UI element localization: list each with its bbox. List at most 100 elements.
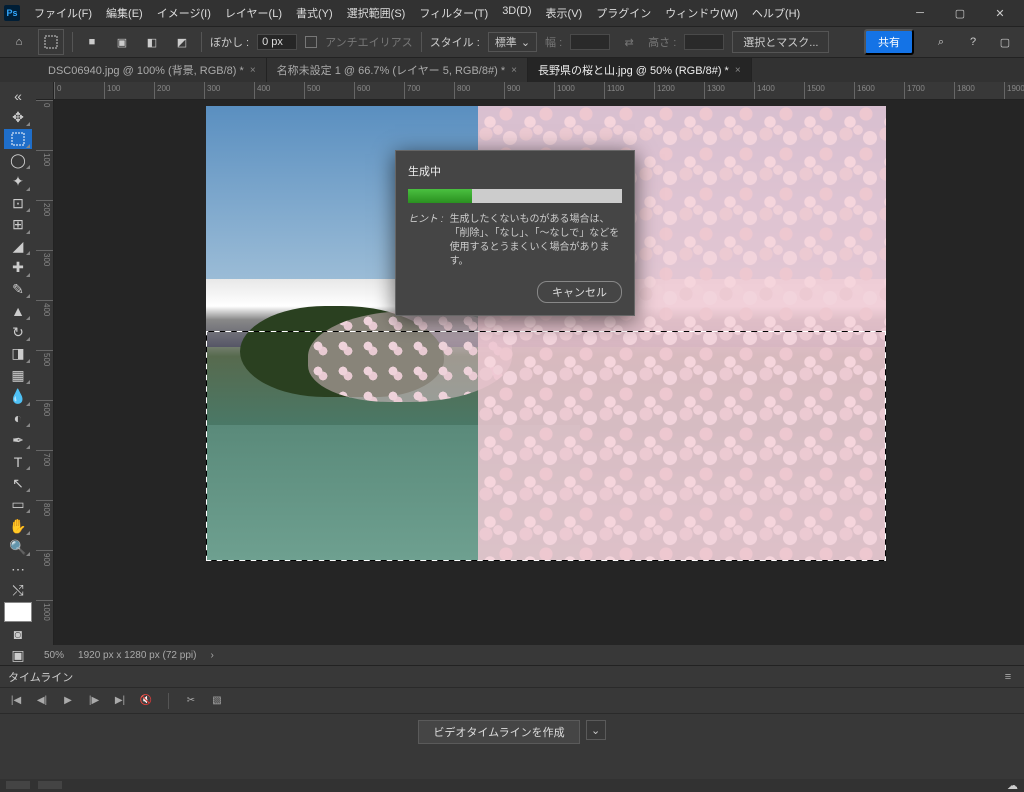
- style-dropdown[interactable]: 標準⌄: [488, 32, 537, 52]
- timeline-title: タイムライン: [8, 669, 73, 685]
- hint-label: ヒント :: [408, 213, 444, 269]
- title-bar: Ps ファイル(F) 編集(E) イメージ(I) レイヤー(L) 書式(Y) 選…: [0, 0, 1024, 26]
- create-timeline-button[interactable]: ビデオタイムラインを作成: [418, 720, 579, 744]
- mute-icon[interactable]: 🔇: [138, 693, 154, 709]
- feather-input[interactable]: [257, 34, 297, 50]
- menu-help[interactable]: ヘルプ(H): [746, 3, 806, 23]
- close-icon[interactable]: ×: [511, 65, 517, 76]
- crop-tool[interactable]: ⊡: [4, 194, 32, 214]
- footer-indicator: [6, 781, 30, 789]
- text-tool[interactable]: T: [4, 452, 32, 472]
- collapse-icon[interactable]: «: [4, 86, 32, 106]
- home-icon[interactable]: ⌂: [8, 31, 30, 53]
- cancel-button[interactable]: キャンセル: [537, 281, 622, 303]
- menu-plugins[interactable]: プラグイン: [590, 3, 657, 23]
- timeline-controls: |◀ ◀| ▶ |▶ ▶| 🔇 ✂ ▧: [0, 688, 1024, 714]
- menu-layer[interactable]: レイヤー(L): [219, 3, 288, 23]
- footer-indicator: [38, 781, 62, 789]
- pen-tool[interactable]: ✒: [4, 430, 32, 450]
- subtract-selection-icon[interactable]: ◧: [141, 31, 163, 53]
- history-brush-tool[interactable]: ↻: [4, 323, 32, 343]
- marquee-tool[interactable]: [4, 129, 32, 149]
- close-button[interactable]: ✕: [980, 0, 1020, 26]
- maximize-button[interactable]: ▢: [940, 0, 980, 26]
- toolbox: « ✥ ◯ ✦ ⊡ ⊞ ◢ ✚ ✎ ▲ ↻ ◨ ▦ 💧 ◐ ✒ T ↖ ▭ ✋ …: [0, 82, 36, 665]
- tab-3[interactable]: 長野県の桜と山.jpg @ 50% (RGB/8#) *×: [528, 58, 752, 82]
- tool-preset[interactable]: [38, 29, 64, 55]
- lasso-tool[interactable]: ◯: [4, 151, 32, 171]
- menu-filter[interactable]: フィルター(T): [413, 3, 494, 23]
- menu-view[interactable]: 表示(V): [540, 3, 589, 23]
- menu-3d[interactable]: 3D(D): [496, 3, 537, 23]
- select-and-mask-button[interactable]: 選択とマスク...: [732, 31, 829, 53]
- zoom-value[interactable]: 50%: [44, 650, 64, 661]
- blur-tool[interactable]: 💧: [4, 387, 32, 407]
- workspace-icon[interactable]: ▢: [994, 31, 1016, 53]
- eyedropper-tool[interactable]: ◢: [4, 237, 32, 257]
- generating-dialog: 生成中 ヒント : 生成したくないものがある場合は、「削除」、「なし」、「～なし…: [395, 150, 635, 316]
- minimize-button[interactable]: ─: [900, 0, 940, 26]
- close-icon[interactable]: ×: [250, 65, 256, 76]
- screenmode-icon[interactable]: ▣: [4, 646, 32, 666]
- wand-tool[interactable]: ✦: [4, 172, 32, 192]
- next-frame-icon[interactable]: |▶: [86, 693, 102, 709]
- eraser-tool[interactable]: ◨: [4, 344, 32, 364]
- prev-frame-icon[interactable]: ◀|: [34, 693, 50, 709]
- sync-icon[interactable]: ☁: [1007, 779, 1018, 792]
- add-selection-icon[interactable]: ▣: [111, 31, 133, 53]
- menu-select[interactable]: 選択範囲(S): [341, 3, 412, 23]
- timeline-panel: タイムライン ≡ |◀ ◀| ▶ |▶ ▶| 🔇 ✂ ▧ ビデオタイムラインを作…: [0, 665, 1024, 779]
- hint-text: 生成したくないものがある場合は、「削除」、「なし」、「～なしで」などを使用すると…: [450, 213, 622, 269]
- zoom-tool[interactable]: 🔍: [4, 538, 32, 558]
- move-tool[interactable]: ✥: [4, 108, 32, 128]
- dodge-tool[interactable]: ◐: [4, 409, 32, 429]
- frame-tool[interactable]: ⊞: [4, 215, 32, 235]
- goto-last-icon[interactable]: ▶|: [112, 693, 128, 709]
- separator: [421, 32, 422, 52]
- menu-bar: ファイル(F) 編集(E) イメージ(I) レイヤー(L) 書式(Y) 選択範囲…: [28, 3, 900, 23]
- brush-tool[interactable]: ✎: [4, 280, 32, 300]
- menu-file[interactable]: ファイル(F): [28, 3, 98, 23]
- swap-icon: ⇄: [618, 31, 640, 53]
- tab-2[interactable]: 名称未設定 1 @ 66.7% (レイヤー 5, RGB/8#) *×: [267, 58, 528, 82]
- window-controls: ─ ▢ ✕: [900, 0, 1020, 26]
- healing-tool[interactable]: ✚: [4, 258, 32, 278]
- split-icon[interactable]: ✂: [183, 693, 199, 709]
- ruler-horizontal[interactable]: 0100200300400500600700800900100011001200…: [54, 82, 1024, 100]
- color-swap-icon[interactable]: ⤭: [4, 581, 32, 601]
- app-logo: Ps: [4, 5, 20, 21]
- goto-first-icon[interactable]: |◀: [8, 693, 24, 709]
- ruler-corner[interactable]: [36, 82, 54, 100]
- search-icon[interactable]: ⌕: [930, 31, 952, 53]
- stamp-tool[interactable]: ▲: [4, 301, 32, 321]
- path-tool[interactable]: ↖: [4, 473, 32, 493]
- tab-1[interactable]: DSC06940.jpg @ 100% (背景, RGB/8) *×: [38, 58, 267, 82]
- panel-menu-icon[interactable]: ≡: [1000, 671, 1016, 683]
- menu-type[interactable]: 書式(Y): [290, 3, 339, 23]
- progress-fill: [408, 189, 472, 203]
- document-dimensions[interactable]: 1920 px x 1280 px (72 ppi): [78, 650, 196, 661]
- menu-image[interactable]: イメージ(I): [151, 3, 217, 23]
- edit-toolbar[interactable]: ⋯: [4, 559, 32, 579]
- foreground-color[interactable]: [4, 602, 32, 622]
- timeline-type-dropdown[interactable]: ⌄: [586, 720, 606, 740]
- new-selection-icon[interactable]: ■: [81, 31, 103, 53]
- intersect-selection-icon[interactable]: ◩: [171, 31, 193, 53]
- hand-tool[interactable]: ✋: [4, 516, 32, 536]
- play-icon[interactable]: ▶: [60, 693, 76, 709]
- shape-tool[interactable]: ▭: [4, 495, 32, 515]
- menu-edit[interactable]: 編集(E): [100, 3, 149, 23]
- share-button[interactable]: 共有: [864, 29, 914, 55]
- transition-icon[interactable]: ▧: [209, 693, 225, 709]
- quickmask-icon[interactable]: ◙: [4, 624, 32, 644]
- dialog-hint: ヒント : 生成したくないものがある場合は、「削除」、「なし」、「～なしで」など…: [408, 213, 622, 269]
- width-label: 幅 :: [545, 34, 562, 50]
- status-chevron-icon[interactable]: ›: [210, 650, 213, 661]
- close-icon[interactable]: ×: [735, 65, 741, 76]
- ruler-vertical[interactable]: 01002003004005006007008009001000: [36, 100, 54, 665]
- gradient-tool[interactable]: ▦: [4, 366, 32, 386]
- help-icon[interactable]: ?: [962, 31, 984, 53]
- dialog-title: 生成中: [408, 163, 622, 179]
- menu-window[interactable]: ウィンドウ(W): [659, 3, 744, 23]
- document-tabs: DSC06940.jpg @ 100% (背景, RGB/8) *× 名称未設定…: [0, 58, 1024, 82]
